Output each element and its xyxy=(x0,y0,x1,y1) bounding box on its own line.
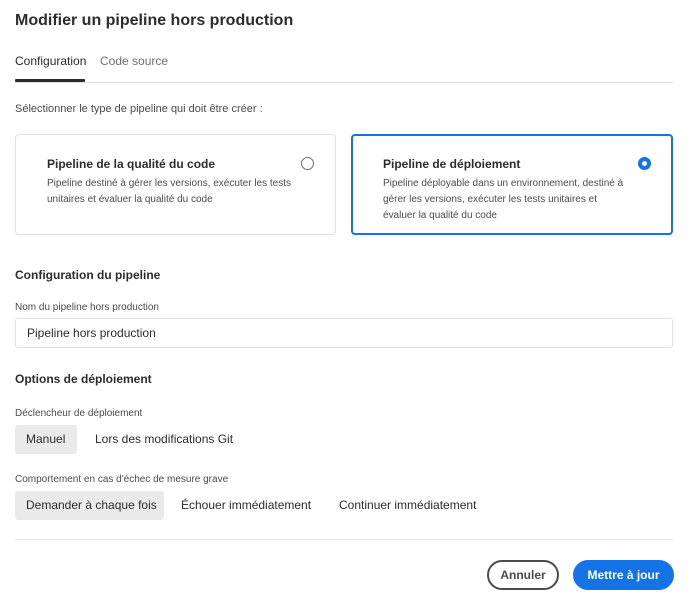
tab-source-code[interactable]: Code source xyxy=(100,54,168,68)
code-quality-radio[interactable] xyxy=(301,157,314,170)
pipeline-type-prompt: Sélectionner le type de pipeline qui doi… xyxy=(15,103,263,115)
trigger-git-changes-option[interactable]: Lors des modifications Git xyxy=(84,425,244,454)
dialog-title: Modifier un pipeline hors production xyxy=(15,12,294,29)
tab-configuration[interactable]: Configuration xyxy=(15,54,86,68)
pipeline-name-input[interactable] xyxy=(15,318,673,348)
pipeline-name-label: Nom du pipeline hors production xyxy=(15,302,159,313)
active-tab-indicator xyxy=(15,79,85,82)
deployment-options-heading: Options de déploiement xyxy=(15,372,152,386)
cancel-button[interactable]: Annuler xyxy=(487,560,559,590)
trigger-manual-option[interactable]: Manuel xyxy=(15,425,77,454)
pipeline-config-heading: Configuration du pipeline xyxy=(15,268,161,282)
failure-ask-each-time-option[interactable]: Demander à chaque fois xyxy=(15,491,164,520)
deployment-pipeline-card[interactable]: Pipeline de déploiement Pipeline déploya… xyxy=(351,134,673,235)
card-title: Pipeline de la qualité du code xyxy=(47,157,216,171)
deployment-radio[interactable] xyxy=(638,157,651,170)
failure-fail-immediately-option[interactable]: Échouer immédiatement xyxy=(170,491,322,520)
card-description: Pipeline déployable dans un environnemen… xyxy=(383,178,624,221)
card-title: Pipeline de déploiement xyxy=(383,157,521,171)
card-description: Pipeline destiné à gérer les versions, e… xyxy=(47,178,292,205)
footer-divider xyxy=(15,539,673,540)
code-quality-pipeline-card[interactable]: Pipeline de la qualité du code Pipeline … xyxy=(15,134,336,235)
deployment-trigger-label: Déclencheur de déploiement xyxy=(15,408,143,419)
tab-list: Configuration Code source xyxy=(15,52,673,83)
failure-continue-immediately-option[interactable]: Continuer immédiatement xyxy=(328,491,487,520)
failure-behavior-label: Comportement en cas d'échec de mesure gr… xyxy=(15,474,229,485)
update-button[interactable]: Mettre à jour xyxy=(573,560,674,590)
